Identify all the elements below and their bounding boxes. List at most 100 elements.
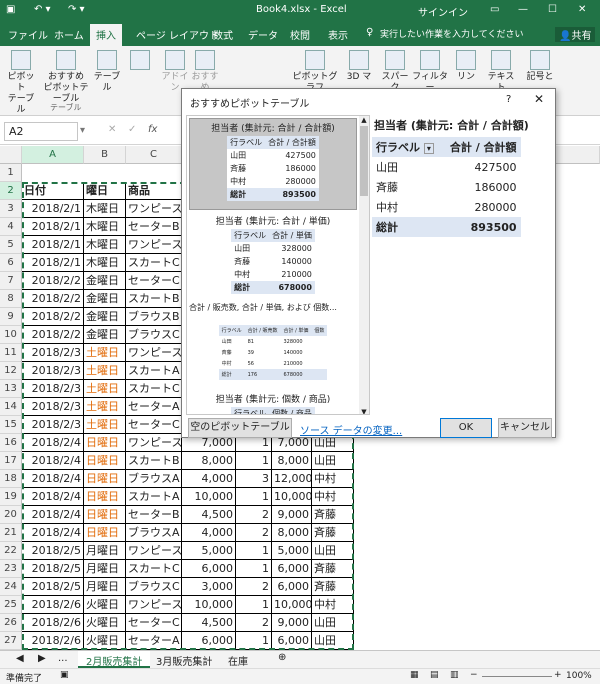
row-header[interactable]: 11	[0, 344, 22, 362]
row-header[interactable]: 17	[0, 452, 22, 470]
row-header[interactable]: 27	[0, 632, 22, 650]
table-cell[interactable]: スカートB	[126, 452, 182, 470]
table-cell[interactable]: 斉藤	[312, 560, 354, 578]
page-layout-view-icon[interactable]: ▤	[430, 670, 439, 680]
table-cell[interactable]: 火曜日	[84, 632, 126, 650]
cancel-entry-icon[interactable]: ✕	[108, 124, 116, 135]
sheet-prev-icon[interactable]: ◀	[16, 653, 24, 664]
table-cell[interactable]: セーターC	[126, 416, 182, 434]
table-cell[interactable]: 1	[236, 632, 272, 650]
row-header[interactable]: 12	[0, 362, 22, 380]
table-cell[interactable]: 2018/2/3	[22, 362, 84, 380]
table-cell[interactable]: 中村	[312, 596, 354, 614]
page-break-view-icon[interactable]: ▥	[450, 670, 459, 680]
table-cell[interactable]: セーターC	[126, 272, 182, 290]
table-cell[interactable]: 2018/2/4	[22, 488, 84, 506]
table-cell[interactable]: 金曜日	[84, 308, 126, 326]
table-cell[interactable]: 木曜日	[84, 254, 126, 272]
table-cell[interactable]: 10,000	[272, 488, 312, 506]
table-cell[interactable]: 4,500	[182, 614, 236, 632]
table-cell[interactable]: 1	[236, 452, 272, 470]
recommended-pivot-button[interactable]: おすすめ ピボットテーブル	[40, 50, 92, 105]
change-source-link[interactable]: ソース データの変更...	[300, 422, 402, 437]
table-cell[interactable]: 木曜日	[84, 236, 126, 254]
tab-data[interactable]: データ	[248, 27, 278, 42]
table-cell[interactable]: 日曜日	[84, 506, 126, 524]
sheet-tab-more[interactable]: ...	[58, 653, 68, 664]
table-cell[interactable]: 土曜日	[84, 344, 126, 362]
table-cell[interactable]: ワンピース	[126, 236, 182, 254]
table-cell[interactable]: 日曜日	[84, 488, 126, 506]
table-cell[interactable]: 8,000	[272, 524, 312, 542]
table-cell[interactable]: 日曜日	[84, 470, 126, 488]
table-cell[interactable]: スカートB	[126, 290, 182, 308]
table-cell[interactable]: 2	[236, 506, 272, 524]
row-header[interactable]: 19	[0, 488, 22, 506]
table-cell[interactable]: 2018/2/2	[22, 290, 84, 308]
recommendation-item-1[interactable]: 担当者 (集計元: 合計 / 合計額) 行ラベル 合計 / 合計額 山田 42750…	[189, 118, 357, 210]
table-cell[interactable]: 月曜日	[84, 578, 126, 596]
row-header[interactable]: 7	[0, 272, 22, 290]
map3d-button[interactable]: 3D マ	[346, 50, 372, 83]
table-cell[interactable]: 6,000	[272, 632, 312, 650]
tab-file[interactable]: ファイル	[8, 27, 48, 42]
table-header-cell[interactable]: 日付	[22, 182, 84, 200]
table-cell[interactable]: 日曜日	[84, 434, 126, 452]
row-header[interactable]: 24	[0, 578, 22, 596]
table-cell[interactable]: 斉藤	[312, 506, 354, 524]
table-cell[interactable]: 4,000	[182, 470, 236, 488]
table-cell[interactable]: 火曜日	[84, 596, 126, 614]
table-cell[interactable]: 12,000	[272, 470, 312, 488]
table-cell[interactable]: 日曜日	[84, 452, 126, 470]
row-header[interactable]: 15	[0, 416, 22, 434]
table-header-cell[interactable]: 曜日	[84, 182, 126, 200]
row-header[interactable]: 23	[0, 560, 22, 578]
tab-insert[interactable]: 挿入	[90, 24, 122, 46]
table-cell[interactable]: 3	[236, 470, 272, 488]
table-cell[interactable]: 1	[236, 488, 272, 506]
dialog-close-button[interactable]: ✕	[534, 92, 544, 106]
row-header[interactable]: 14	[0, 398, 22, 416]
zoom-in-icon[interactable]: +	[554, 670, 562, 680]
table-cell[interactable]: 9,000	[272, 506, 312, 524]
close-button[interactable]: ✕	[578, 4, 586, 15]
table-cell[interactable]: 2018/2/2	[22, 326, 84, 344]
table-cell[interactable]: 2018/2/3	[22, 416, 84, 434]
row-header[interactable]: 1	[0, 164, 22, 182]
table-cell[interactable]: 月曜日	[84, 560, 126, 578]
table-cell[interactable]: 2018/2/5	[22, 578, 84, 596]
recommendation-item-3[interactable]: 合計 / 販売数, 合計 / 単価, および 個数... 行ラベル 合計 / 販売…	[189, 302, 357, 390]
table-cell[interactable]: 山田	[312, 632, 354, 650]
table-cell[interactable]: セーターA	[126, 398, 182, 416]
table-cell[interactable]: 山田	[312, 614, 354, 632]
table-cell[interactable]: 2018/2/4	[22, 506, 84, 524]
scroll-down-icon[interactable]: ▼	[359, 408, 369, 414]
sheet-next-icon[interactable]: ▶	[38, 653, 46, 664]
sheet-tab-feb[interactable]: 2月販売集計	[78, 651, 151, 668]
table-cell[interactable]: 6,000	[272, 560, 312, 578]
undo-icon[interactable]: ↶ ▾	[34, 4, 51, 15]
table-cell[interactable]: 2018/2/6	[22, 614, 84, 632]
table-cell[interactable]: 1	[236, 596, 272, 614]
recommendation-list[interactable]: 担当者 (集計元: 合計 / 合計額) 行ラベル 合計 / 合計額 山田 42750…	[186, 115, 370, 415]
tell-me-box[interactable]: 実行したい作業を入力してください	[380, 27, 523, 40]
table-cell[interactable]: 6,000	[182, 632, 236, 650]
table-cell[interactable]: 4,000	[182, 524, 236, 542]
table-cell[interactable]: 2018/2/1	[22, 236, 84, 254]
table-cell[interactable]: 斉藤	[312, 578, 354, 596]
table-cell[interactable]: スカートA	[126, 488, 182, 506]
ok-button[interactable]: OK	[440, 418, 492, 438]
table-cell[interactable]: 月曜日	[84, 542, 126, 560]
tab-view[interactable]: 表示	[328, 27, 348, 42]
table-cell[interactable]: 8,000	[272, 452, 312, 470]
sheet-tab-stock[interactable]: 在庫	[228, 653, 248, 668]
blank-pivot-button[interactable]: 空のピボットテーブル	[188, 418, 292, 438]
table-cell[interactable]: 2018/2/4	[22, 470, 84, 488]
table-cell[interactable]: 木曜日	[84, 200, 126, 218]
macro-record-icon[interactable]: ▣	[60, 670, 69, 680]
table-cell[interactable]: 4,500	[182, 506, 236, 524]
row-header[interactable]: 18	[0, 470, 22, 488]
table-cell[interactable]: スカートC	[126, 560, 182, 578]
maximize-button[interactable]: ☐	[548, 4, 557, 15]
scroll-thumb[interactable]	[360, 126, 368, 196]
